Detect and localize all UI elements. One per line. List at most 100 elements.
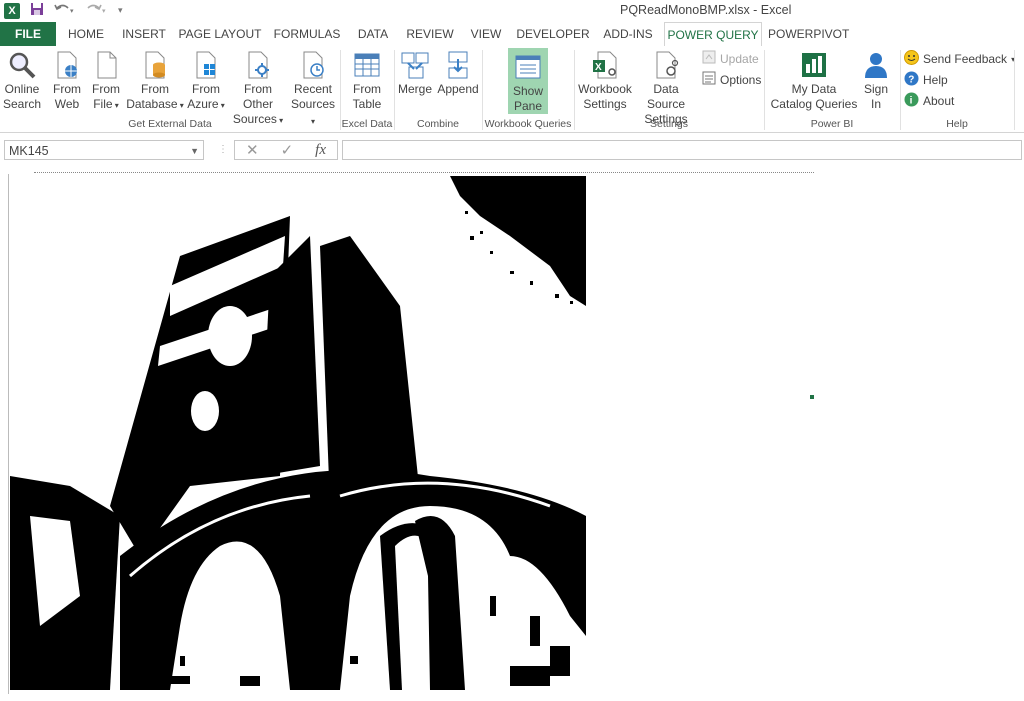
recent-sources-icon [303,51,324,79]
group-label-settings: Settings [650,118,688,130]
svg-text:X: X [595,62,602,73]
options-icon [702,71,716,88]
from-azure-dropdown-icon: ▾ [218,101,225,110]
from-database-label-2: Database [126,97,178,111]
data-source-settings-icon [656,51,679,79]
from-database-dropdown-icon: ▾ [177,101,184,110]
help-icon: ? [904,71,919,89]
formula-buttons: ✕ ✓ fx [234,140,338,160]
from-file-dropdown-icon: ▾ [112,101,119,110]
from-database-button[interactable]: From Database ▾ [126,50,184,113]
power-bi-icon [802,53,826,77]
ribbon: Online Search From Web From File ▾ From … [0,46,1024,133]
append-label: Append [437,82,479,96]
tab-developer[interactable]: DEVELOPER [516,22,590,46]
data-source-settings-label-1: Data Source [646,82,686,111]
name-box-value: MK145 [9,144,49,158]
from-azure-button[interactable]: From Azure ▾ [186,50,226,113]
append-icon [448,51,468,79]
from-web-button[interactable]: From Web [48,50,86,112]
recent-sources-label-1: Recent [293,82,333,96]
from-azure-label-2: Azure [187,97,219,111]
magnifier-icon [9,52,36,79]
tab-file[interactable]: FILE [0,22,56,46]
tab-home[interactable]: HOME [62,22,110,46]
svg-text:?: ? [908,75,914,86]
undo-icon[interactable]: ▾ [54,2,76,19]
sign-in-label-2: In [870,97,881,111]
group-label-power-bi: Power BI [810,118,854,130]
tab-page-layout[interactable]: PAGE LAYOUT [178,22,262,46]
insert-function-icon[interactable]: fx [315,142,326,159]
help-label: Help [923,73,948,87]
group-label-workbook-queries: Workbook Queries [484,118,572,130]
tab-review[interactable]: REVIEW [404,22,456,46]
about-button[interactable]: i About [904,92,954,110]
formula-bar: MK145 ▼ ⋮ ✕ ✓ fx [0,138,1024,164]
help-button[interactable]: ? Help [904,71,948,89]
online-search-button[interactable]: Online Search [2,50,42,112]
update-label: Update [720,51,759,66]
svg-text:i: i [910,96,913,107]
options-label: Options [720,72,762,87]
options-button[interactable]: Options [702,71,761,88]
save-icon[interactable] [30,2,44,19]
from-file-label-2: File [93,97,113,111]
show-pane-label-2: Pane [513,99,543,113]
sign-in-button[interactable]: Sign In [858,50,894,112]
excel-logo-icon: X [4,2,20,19]
show-pane-button[interactable]: Show Pane [508,48,548,114]
append-button[interactable]: Append [436,50,480,97]
title-bar: X ▾ ▾ ▾ PQReadMonoBMP.xlsx - Excel [0,0,1024,22]
tab-data[interactable]: DATA [352,22,394,46]
formula-input[interactable] [342,140,1022,160]
page-break-line [34,172,814,174]
merge-button[interactable]: Merge [396,50,434,97]
tab-add-ins[interactable]: ADD-INS [600,22,656,46]
tab-powerpivot[interactable]: POWERPIVOT [768,22,849,46]
name-box-dropdown-icon[interactable]: ▼ [190,141,199,161]
group-label-help: Help [946,118,968,130]
from-file-label-1: From [92,82,120,96]
merge-icon [401,52,429,79]
tab-insert[interactable]: INSERT [118,22,170,46]
ribbon-tabs: FILE HOME INSERT PAGE LAYOUT FORMULAS DA… [0,22,1024,47]
tab-view[interactable]: VIEW [466,22,506,46]
from-web-label-2: Web [54,97,80,111]
online-search-label-2: Search [2,97,42,111]
customize-qat-icon[interactable]: ▾ [118,5,123,16]
quick-access-toolbar: X ▾ ▾ ▾ [4,2,123,19]
cell-cursor-marker [810,395,814,399]
enter-check-icon[interactable]: ✓ [281,141,294,159]
smiley-icon [904,50,919,68]
tab-formulas[interactable]: FORMULAS [272,22,342,46]
cancel-icon[interactable]: ✕ [246,141,259,159]
workbook-settings-label-1: Workbook [578,82,632,96]
formula-bar-grip-icon: ⋮ [218,144,228,155]
group-label-get-external-data: Get External Data [128,118,212,130]
update-button[interactable]: Update [702,50,759,67]
user-icon [865,53,887,78]
show-pane-icon [515,55,541,79]
tab-power-query[interactable]: POWER QUERY [664,22,762,47]
catalog-label-1: My Data [791,82,837,96]
worksheet-area[interactable] [0,170,1024,701]
from-other-sources-button[interactable]: From Other Sources ▾ [228,50,288,128]
from-database-label-1: From [141,82,169,96]
name-box[interactable]: MK145 ▼ [4,140,204,160]
workbook-settings-button[interactable]: X Workbook Settings [576,50,634,112]
workbook-settings-icon: X [593,51,617,79]
redo-icon[interactable]: ▾ [86,2,108,19]
send-feedback-button[interactable]: Send Feedback ▾ [904,50,1015,68]
online-search-label-1: Online [4,82,40,96]
my-data-catalog-queries-button[interactable]: My Data Catalog Queries [770,50,858,112]
from-azure-label-1: From [192,82,220,96]
data-source-settings-button[interactable]: Data Source Settings [634,50,698,127]
from-table-button[interactable]: From Table [344,50,390,112]
file-icon [97,51,117,79]
info-icon: i [904,92,919,110]
group-label-excel-data: Excel Data [341,118,393,130]
from-other-sources-label-1: From Other [242,82,273,111]
monochrome-bitmap-image [10,176,586,690]
from-file-button[interactable]: From File ▾ [88,50,124,113]
